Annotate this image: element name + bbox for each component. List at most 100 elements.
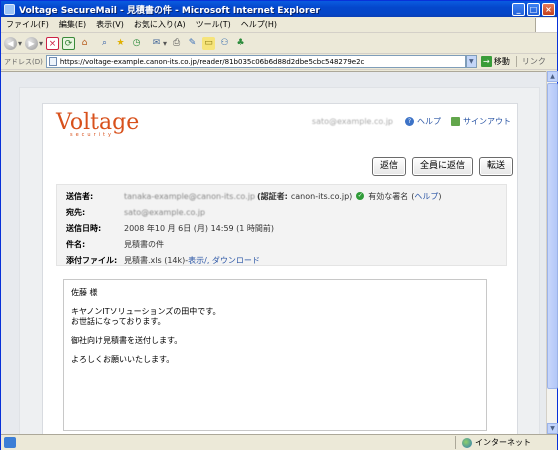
- attachment-file: 見積書.xls (14k): [124, 255, 186, 265]
- back-button[interactable]: ◀ ▾: [4, 36, 22, 52]
- menu-favorites[interactable]: お気に入り(A): [129, 19, 191, 30]
- vertical-scrollbar[interactable]: ▲ ▼: [546, 71, 558, 434]
- security-zone: インターネット: [455, 436, 531, 449]
- help-link[interactable]: ヘルプ: [417, 116, 441, 127]
- mail-button[interactable]: ✉ ▾: [150, 36, 167, 52]
- menu-tools[interactable]: ツール(T): [191, 19, 236, 30]
- favorites-star-icon: ★: [116, 38, 125, 48]
- print-icon: ⎙: [172, 38, 181, 48]
- attachment-label: 添付ファイル:: [66, 255, 118, 265]
- refresh-button[interactable]: ⟳: [62, 36, 76, 52]
- subject-value: 見積書の件: [124, 239, 164, 249]
- mail-icon: ✉: [152, 38, 161, 48]
- home-icon: ⌂: [81, 38, 88, 48]
- signout-link[interactable]: サインアウト: [463, 116, 511, 127]
- maximize-button[interactable]: □: [527, 2, 540, 16]
- window-title: Voltage SecureMail - 見積書の件 - Microsoft I…: [19, 5, 320, 16]
- search-icon: ⌕: [102, 38, 108, 48]
- signature-help-link[interactable]: ヘルプ: [414, 191, 438, 202]
- mail-panel: Voltage security sato@example.co.jp ? ヘル…: [42, 103, 518, 434]
- close-button[interactable]: ×: [542, 2, 555, 16]
- body-line: 御社向け見積書を送付します。: [71, 336, 183, 345]
- header-attachment: 添付ファイル: 見積書.xls (14k) - 表示/, ダウンロード: [66, 254, 260, 266]
- discuss-button[interactable]: ▭: [202, 36, 216, 52]
- research-button[interactable]: ⚇: [218, 36, 231, 52]
- edit-button[interactable]: ✎: [186, 36, 199, 52]
- windows-logo-icon: [535, 17, 557, 32]
- body-line: よろしくお願いいたします。: [71, 355, 175, 364]
- print-button[interactable]: ⎙: [170, 36, 183, 52]
- date-value: 2008 年10 月 6日 (月) 14:59 (1 時間前): [124, 223, 275, 233]
- history-button[interactable]: ◷: [130, 36, 143, 52]
- attachment-actions-link[interactable]: 表示/, ダウンロード: [188, 255, 260, 266]
- edit-icon: ✎: [188, 38, 197, 48]
- stop-icon: ×: [46, 37, 60, 50]
- message-headers: 送信者: tanaka-example@canon-its.co.jp (認証者…: [56, 184, 507, 266]
- favorites-button[interactable]: ★: [114, 36, 127, 52]
- reply-all-button[interactable]: 全員に返信: [411, 157, 473, 176]
- search-button[interactable]: ⌕: [98, 36, 111, 52]
- go-button[interactable]: → 移動: [480, 56, 510, 67]
- status-bar: インターネット: [1, 434, 557, 450]
- messenger-icon: ♣: [236, 38, 245, 48]
- address-dropdown-icon[interactable]: ▼: [465, 55, 477, 68]
- home-button[interactable]: ⌂: [78, 36, 91, 52]
- internet-zone-icon: [462, 437, 472, 448]
- header-date: 送信日時: 2008 年10 月 6日 (月) 14:59 (1 時間前): [66, 222, 274, 234]
- header-to: 宛先: sato@example.co.jp: [66, 206, 205, 218]
- address-url: https://voltage-example.canon-its.co.jp/…: [59, 57, 365, 66]
- forward-arrow-icon: ▶: [25, 37, 39, 50]
- refresh-icon: ⟳: [62, 37, 76, 50]
- header-subject: 件名: 見積書の件: [66, 238, 164, 250]
- forward-button[interactable]: 転送: [478, 157, 513, 176]
- from-label: 送信者:: [66, 191, 94, 201]
- stop-button[interactable]: ×: [46, 36, 60, 52]
- user-email: sato@example.co.jp: [311, 117, 393, 126]
- browser-viewport: Voltage security sato@example.co.jp ? ヘル…: [1, 71, 546, 434]
- from-value: tanaka-example@canon-its.co.jp: [124, 191, 256, 201]
- back-arrow-icon: ◀: [4, 37, 17, 50]
- address-bar: アドレス(D) https://voltage-example.canon-it…: [1, 54, 557, 70]
- scroll-up-icon[interactable]: ▲: [547, 71, 558, 82]
- body-line: 佐藤 様: [71, 288, 98, 297]
- menu-edit[interactable]: 編集(E): [54, 19, 91, 30]
- standard-toolbar: ◀ ▾ ▶ ▾ × ⟳ ⌂ ⌕ ★ ◷ ✉ ▾ ⎙ ✎ ▭ ⚇ ♣: [1, 34, 557, 54]
- menu-view[interactable]: 表示(V): [91, 19, 129, 30]
- date-label: 送信日時:: [66, 223, 102, 233]
- help-icon: ?: [405, 117, 414, 126]
- messenger-button[interactable]: ♣: [234, 36, 247, 52]
- ie-window: Voltage SecureMail - 見積書の件 - Microsoft I…: [0, 0, 558, 450]
- signout-icon: [451, 117, 460, 126]
- go-label: 移動: [493, 57, 510, 66]
- reply-button[interactable]: 返信: [371, 157, 406, 176]
- message-body: 佐藤 様 キヤノンITソリューションズの田中です。 お世話になっております。 御…: [63, 279, 487, 431]
- discuss-icon: ▭: [202, 37, 216, 50]
- history-icon: ◷: [132, 38, 141, 48]
- menu-file[interactable]: ファイル(F): [1, 19, 54, 30]
- valid-signature-icon: ✓: [356, 192, 365, 200]
- signature-status: 有効な署名: [368, 191, 409, 201]
- cert-value: canon-its.co.jp): [290, 191, 353, 201]
- cert-label: (認証者:: [257, 191, 288, 201]
- address-label: アドレス(D): [4, 57, 43, 66]
- mail-actions: 返信 全員に返信 転送: [366, 157, 513, 176]
- menu-help[interactable]: ヘルプ(H): [236, 19, 282, 30]
- scroll-thumb[interactable]: [547, 83, 558, 389]
- title-bar: Voltage SecureMail - 見積書の件 - Microsoft I…: [1, 1, 557, 17]
- forward-button[interactable]: ▶ ▾: [25, 36, 43, 52]
- voltage-logo: Voltage security: [56, 110, 139, 138]
- ie-app-icon: [4, 3, 15, 15]
- links-button[interactable]: リンク: [515, 56, 546, 67]
- minimize-button[interactable]: _: [512, 2, 525, 16]
- header-from: 送信者: tanaka-example@canon-its.co.jp (認証者…: [66, 190, 442, 202]
- body-line: キヤノンITソリューションズの田中です。: [71, 307, 221, 316]
- address-input[interactable]: https://voltage-example.canon-its.co.jp/…: [45, 55, 466, 68]
- subject-label: 件名:: [66, 239, 86, 249]
- scroll-down-icon[interactable]: ▼: [547, 423, 558, 434]
- menu-bar: ファイル(F) 編集(E) 表示(V) お気に入り(A) ツール(T) ヘルプ(…: [1, 17, 557, 33]
- to-label: 宛先:: [66, 207, 86, 217]
- page-status-icon: [4, 437, 16, 448]
- to-value: sato@example.co.jp: [124, 207, 206, 217]
- body-line: お世話になっております。: [71, 317, 166, 326]
- signature-help-close: ): [438, 191, 442, 201]
